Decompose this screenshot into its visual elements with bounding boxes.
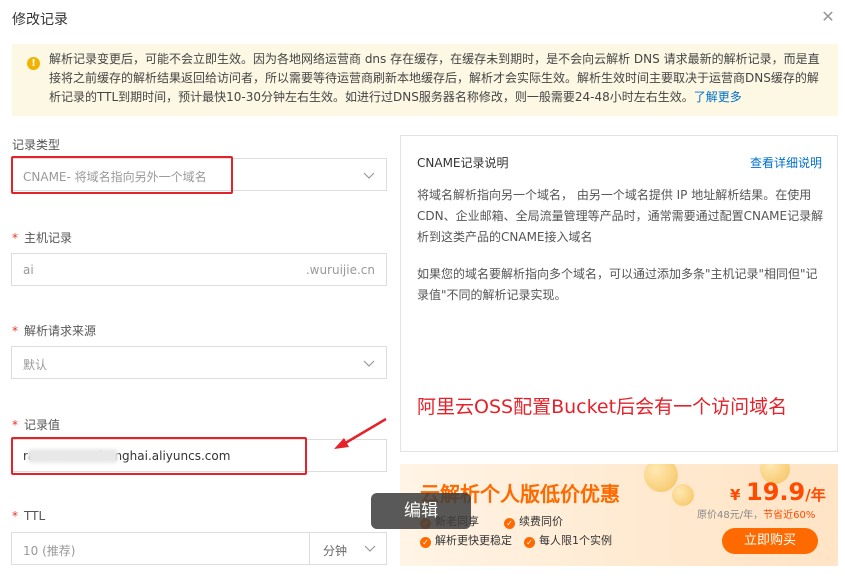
chevron-down-icon bbox=[364, 545, 376, 552]
edit-tooltip: 编辑 bbox=[371, 493, 471, 529]
coin-decoration bbox=[672, 484, 694, 506]
ttl-value: 10 (推荐) bbox=[23, 544, 76, 558]
coin-decoration bbox=[644, 464, 678, 492]
source-select[interactable]: 默认 bbox=[11, 346, 387, 379]
promo-price: ¥ 19.9/年 bbox=[730, 478, 826, 506]
cname-info-panel: CNAME记录说明 查看详细说明 将域名解析指向另一个域名， 由另一个域名提供 … bbox=[400, 135, 838, 452]
redaction-blur bbox=[28, 449, 118, 463]
domain-suffix: .wuruijie.cn bbox=[305, 263, 375, 277]
original-price: 原价48元/年，节省近60% bbox=[697, 510, 816, 521]
buy-now-button[interactable]: 立即购买 bbox=[722, 528, 818, 554]
info-paragraph-1: 将域名解析指向另一个域名， 由另一个域名提供 IP 地址解析结果。在使用CDN、… bbox=[417, 188, 824, 244]
source-value: 默认 bbox=[23, 358, 48, 372]
dialog-title: 修改记录 bbox=[12, 12, 68, 28]
notice-banner: ! 解析记录变更后，可能不会立即生效。因为各地网络运营商 dns 存在缓存，在缓… bbox=[12, 44, 838, 116]
red-annotation-text: 阿里云OSS配置Bucket后会有一个访问域名 bbox=[417, 396, 788, 418]
warning-icon: ! bbox=[27, 57, 40, 70]
notice-text: 解析记录变更后，可能不会立即生效。因为各地网络运营商 dns 存在缓存，在缓存未… bbox=[49, 52, 820, 104]
host-record-value: ai bbox=[23, 263, 34, 277]
source-label: * 解析请求来源 bbox=[12, 324, 97, 338]
ttl-label: * TTL bbox=[12, 509, 46, 523]
promo-feature: ✓ 续费同价 bbox=[504, 513, 563, 529]
ttl-unit-select[interactable]: 分钟 bbox=[309, 533, 387, 564]
record-type-value: CNAME- 将域名指向另外一个域名 bbox=[23, 170, 207, 184]
chevron-down-icon bbox=[363, 360, 375, 367]
record-type-select[interactable]: CNAME- 将域名指向另外一个域名 bbox=[11, 158, 387, 191]
record-value-label: * 记录值 bbox=[12, 418, 61, 432]
check-icon: ✓ bbox=[420, 537, 431, 548]
info-heading: CNAME记录说明 bbox=[417, 156, 509, 170]
view-details-link[interactable]: 查看详细说明 bbox=[750, 154, 822, 171]
chevron-down-icon bbox=[363, 172, 375, 179]
close-icon[interactable]: ✕ bbox=[817, 6, 839, 28]
info-paragraph-2: 如果您的域名要解析指向多个域名，可以通过添加多条"主机记录"相同但"记录值"不同… bbox=[417, 267, 818, 302]
check-icon: ✓ bbox=[524, 537, 535, 548]
ttl-input[interactable]: 10 (推荐) 分钟 bbox=[11, 532, 387, 565]
red-arrow-annotation bbox=[334, 417, 387, 449]
promo-feature: ✓ 每人限1个实例 bbox=[524, 532, 612, 548]
learn-more-link[interactable]: 了解更多 bbox=[694, 90, 742, 104]
promo-feature: ✓ 解析更快更稳定 bbox=[420, 532, 512, 548]
record-type-label: 记录类型 bbox=[12, 138, 61, 152]
check-icon: ✓ bbox=[504, 518, 515, 529]
host-record-input[interactable]: ai .wuruijie.cn bbox=[11, 253, 387, 286]
host-record-label: * 主机记录 bbox=[12, 231, 73, 245]
